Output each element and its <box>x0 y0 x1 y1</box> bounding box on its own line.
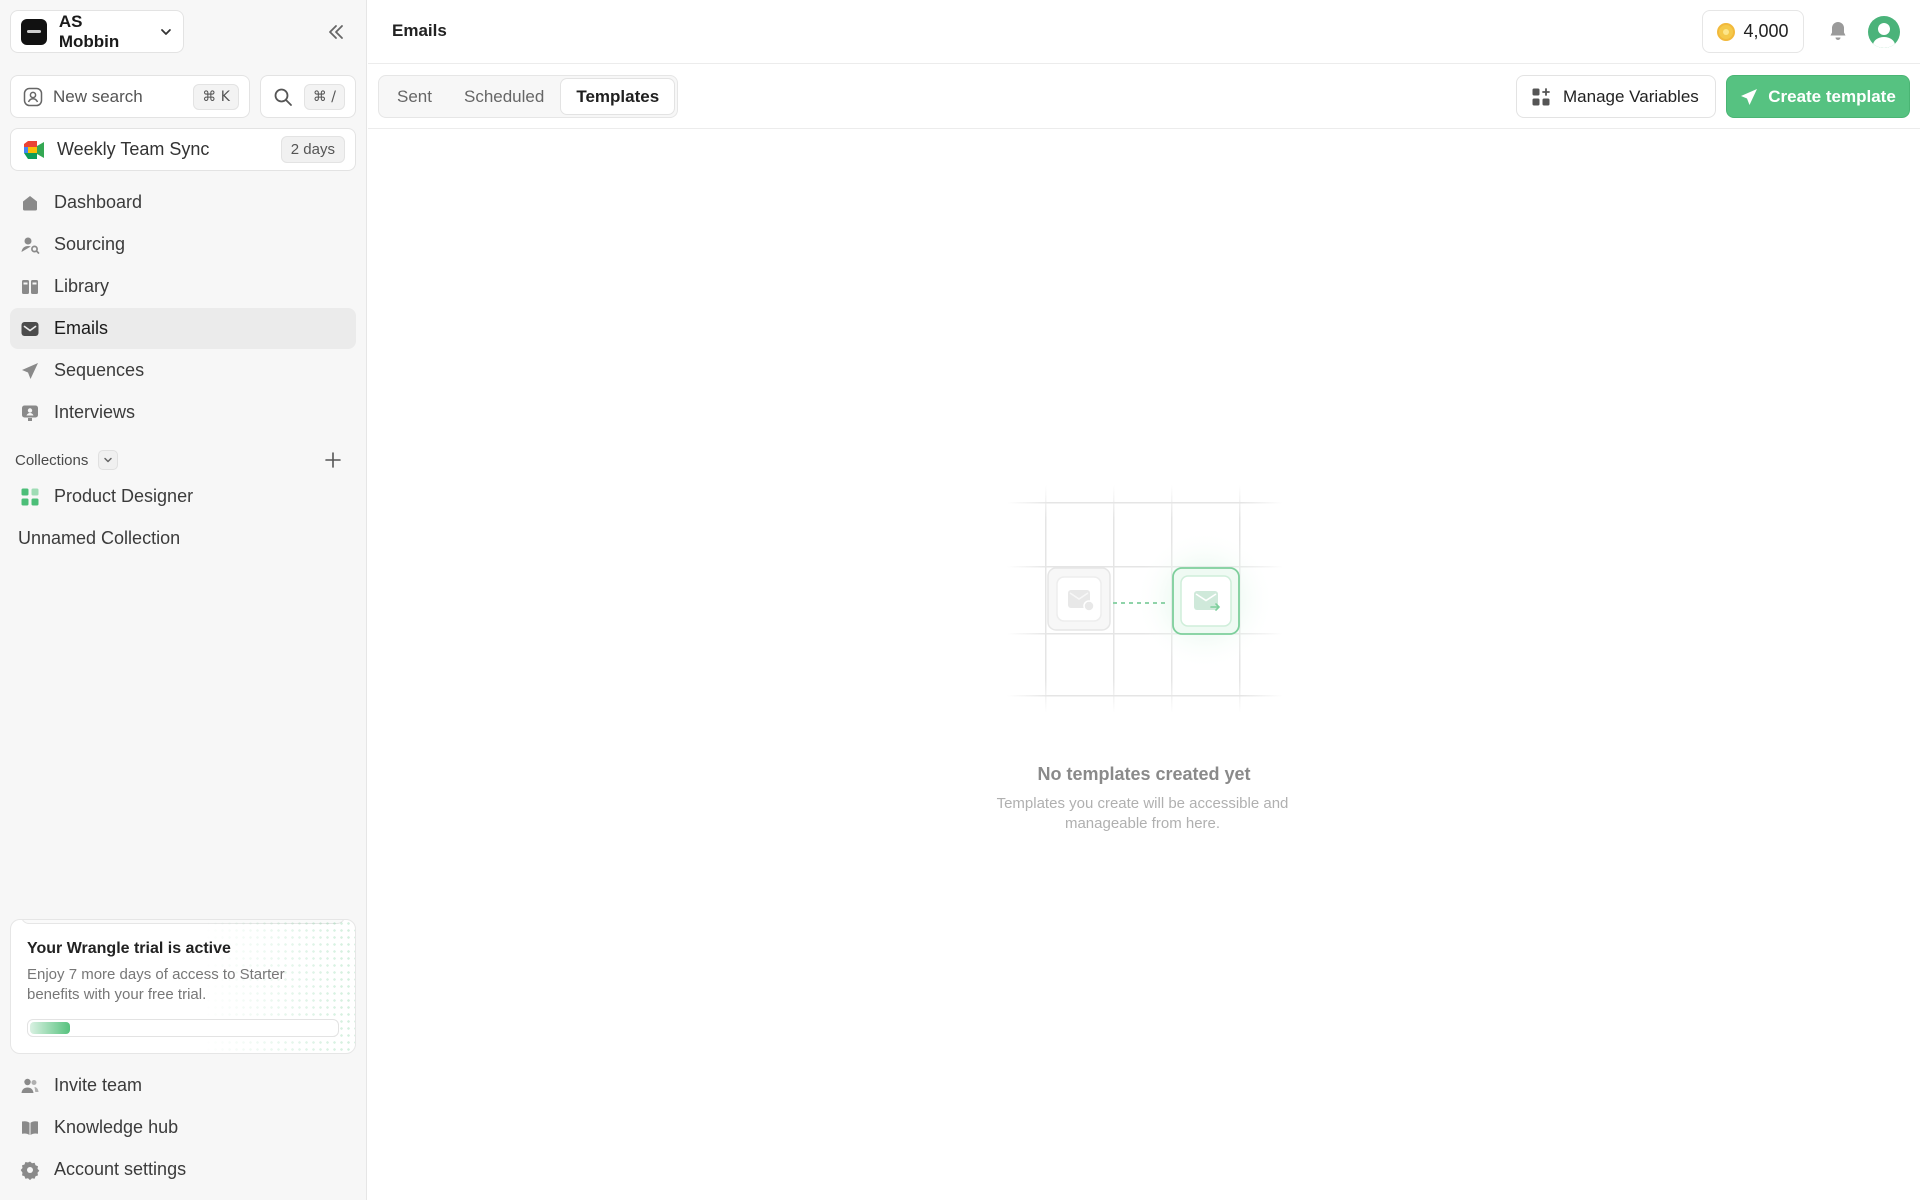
person-search-icon <box>23 87 43 106</box>
search-icon <box>274 88 292 106</box>
credits-value: 4,000 <box>1743 21 1789 41</box>
command-shortcut: ⌘ / <box>303 83 345 110</box>
variables-icon <box>1532 87 1550 105</box>
send-icon <box>1741 88 1758 105</box>
workspace-name: AS Mobbin <box>58 11 120 51</box>
collections-toggle[interactable] <box>98 450 119 470</box>
create-template-label: Create template <box>1768 86 1896 106</box>
bell-icon[interactable] <box>1826 19 1850 43</box>
interview-icon <box>20 403 40 423</box>
nav-item-label: Interviews <box>54 402 136 422</box>
tab-templates[interactable]: Templates <box>561 79 675 114</box>
collapse-sidebar-icon[interactable] <box>324 20 348 44</box>
book-icon <box>20 1118 40 1138</box>
email-toolbar: Sent Scheduled Templates Manage Variable… <box>368 65 1920 129</box>
nav-item-sequences[interactable]: Sequences <box>10 350 356 391</box>
collection-item-product-designer[interactable]: Product Designer <box>10 476 356 517</box>
chevron-down-icon <box>104 457 113 463</box>
grid-icon <box>21 488 39 505</box>
nav-item-label: Emails <box>54 318 109 338</box>
meeting-title: Weekly Team Sync <box>57 139 210 159</box>
create-template-button[interactable]: Create template <box>1726 75 1910 118</box>
mail-icon <box>20 319 40 339</box>
nav-item-label: Invite team <box>54 1075 143 1095</box>
sidebar: AS Mobbin New search ⌘ K ⌘ / Weekly Team… <box>0 0 367 1200</box>
collections-header: Collections <box>15 448 345 472</box>
coin-icon <box>1717 22 1736 41</box>
main-nav: Dashboard Sourcing Library Emails Sequen… <box>10 182 356 434</box>
collections-label: Collections <box>15 451 89 469</box>
nav-item-account-settings[interactable]: Account settings <box>10 1149 356 1190</box>
trial-progress-bar <box>27 1019 339 1037</box>
nav-item-label: Knowledge hub <box>54 1117 179 1137</box>
workspace-logo <box>21 18 47 45</box>
tab-scheduled[interactable]: Scheduled <box>449 79 559 114</box>
nav-item-label: Dashboard <box>54 192 143 212</box>
empty-state-title: No templates created yet <box>1037 764 1251 784</box>
person-search-icon <box>20 235 40 255</box>
nav-item-label: Sourcing <box>54 234 126 254</box>
page-title: Emails <box>392 21 447 40</box>
collection-label: Product Designer <box>54 486 194 506</box>
collection-label: Unnamed Collection <box>18 528 181 548</box>
workspace-switcher[interactable]: AS Mobbin <box>10 10 184 53</box>
nav-item-knowledge-hub[interactable]: Knowledge hub <box>10 1107 356 1148</box>
nav-item-invite-team[interactable]: Invite team <box>10 1065 356 1106</box>
nav-item-label: Library <box>54 276 110 296</box>
bottom-nav: Invite team Knowledge hub Account settin… <box>10 1065 356 1191</box>
add-collection-icon[interactable] <box>321 448 345 472</box>
meeting-countdown-badge: 2 days <box>280 136 345 163</box>
empty-state-description: Templates you create will be accessible … <box>996 795 1289 832</box>
nav-item-emails[interactable]: Emails <box>10 308 356 349</box>
library-icon <box>20 277 40 297</box>
tab-sent[interactable]: Sent <box>382 79 447 114</box>
new-search-shortcut: ⌘ K <box>193 83 239 110</box>
new-search-button[interactable]: New search ⌘ K <box>10 75 250 118</box>
send-icon <box>20 361 40 381</box>
manage-variables-label: Manage Variables <box>1563 86 1699 106</box>
upcoming-meeting[interactable]: Weekly Team Sync 2 days <box>10 128 356 171</box>
nav-item-sourcing[interactable]: Sourcing <box>10 224 356 265</box>
collection-item-unnamed[interactable]: Unnamed Collection <box>10 518 356 559</box>
trial-card: Your Wrangle trial is active Enjoy 7 mor… <box>10 919 356 1054</box>
google-meet-icon <box>24 140 44 159</box>
command-search-button[interactable]: ⌘ / <box>260 75 356 118</box>
nav-item-dashboard[interactable]: Dashboard <box>10 182 356 223</box>
empty-state-illustration <box>1007 485 1283 713</box>
new-search-label: New search <box>53 86 143 106</box>
users-icon <box>20 1076 40 1096</box>
nav-item-library[interactable]: Library <box>10 266 356 307</box>
manage-variables-button[interactable]: Manage Variables <box>1516 75 1716 118</box>
nav-item-interviews[interactable]: Interviews <box>10 392 356 433</box>
trial-title: Your Wrangle trial is active <box>27 940 231 957</box>
credits-badge[interactable]: 4,000 <box>1702 10 1804 53</box>
top-bar: Emails <box>368 0 1920 64</box>
gear-icon <box>20 1160 40 1180</box>
email-tabs: Sent Scheduled Templates <box>378 75 679 118</box>
nav-item-label: Account settings <box>54 1159 187 1179</box>
trial-description: Enjoy 7 more days of access to Starter b… <box>27 966 285 1003</box>
avatar[interactable] <box>1868 16 1900 48</box>
chevron-down-icon <box>161 28 171 35</box>
nav-item-label: Sequences <box>54 360 145 380</box>
home-icon <box>20 193 40 213</box>
trial-progress-fill <box>30 1022 70 1034</box>
